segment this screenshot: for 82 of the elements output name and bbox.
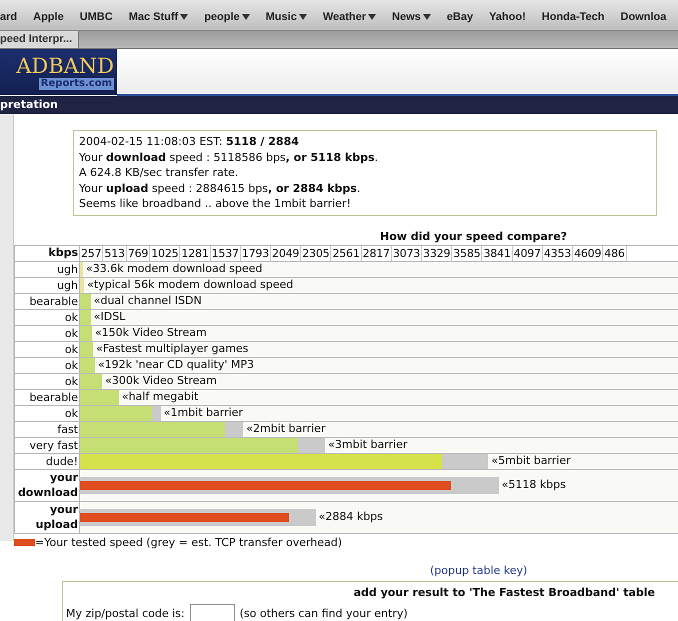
bar-label: «half megabit bbox=[122, 390, 198, 404]
tick-label: 1793 bbox=[240, 246, 272, 260]
rating-label: your upload bbox=[34, 502, 78, 532]
bookmark-link[interactable]: Mac Stuff bbox=[128, 8, 188, 25]
bar-label: «5mbit barrier bbox=[491, 454, 571, 468]
tick-label: 3073 bbox=[392, 246, 422, 260]
bar-label: «192k 'near CD quality' MP3 bbox=[98, 358, 254, 372]
axis-label: kbps bbox=[48, 244, 78, 261]
caret-icon bbox=[368, 14, 376, 20]
rating-label: ok bbox=[64, 358, 78, 372]
tick-label: 1537 bbox=[210, 246, 241, 260]
bar-label: «dual channel ISDN bbox=[94, 294, 202, 308]
rating-label: bearable bbox=[29, 390, 78, 404]
bar-label: «1mbit barrier bbox=[164, 406, 243, 420]
tick-label: 3585 bbox=[452, 246, 482, 260]
zip-hint: (so others can find your entry) bbox=[240, 606, 408, 621]
tick-label: 3841 bbox=[482, 246, 513, 260]
tick-label: 4097 bbox=[512, 246, 543, 260]
rating-label: ok bbox=[64, 374, 78, 388]
logo-title: ADBAND bbox=[16, 54, 114, 78]
bar-label: «2884 kbps bbox=[318, 508, 383, 525]
tick-label: 1025 bbox=[150, 246, 180, 260]
rating-label: ok bbox=[64, 406, 78, 420]
rating-label: dude! bbox=[46, 454, 78, 468]
rating-label: ok bbox=[64, 310, 78, 324]
tick-label: 2561 bbox=[331, 246, 362, 260]
summary-line: Seems like broadband .. above the 1mbit barrier! bbox=[79, 196, 352, 212]
tick-label: 257 bbox=[80, 246, 104, 260]
tick-label: 4353 bbox=[542, 246, 574, 260]
rating-label: ok bbox=[64, 342, 78, 356]
bar-label: «33.6k modem download speed bbox=[86, 262, 262, 276]
bookmark-link[interactable]: Weather bbox=[322, 8, 376, 25]
logo-subtitle: Reports.com bbox=[38, 78, 114, 90]
rating-label: very fast bbox=[30, 438, 78, 452]
rating-label: ugh bbox=[57, 262, 78, 276]
bar-label: «IDSL bbox=[94, 310, 126, 324]
summary-line: A 624.8 KB/sec transfer rate. bbox=[79, 165, 240, 180]
caret-icon bbox=[180, 14, 188, 20]
caret-icon bbox=[422, 14, 431, 20]
chart-heading: How did your speed compare? bbox=[380, 230, 568, 244]
bookmark-link[interactable]: Yahoo! bbox=[489, 8, 526, 25]
bar-label: «typical 56k modem download speed bbox=[87, 278, 294, 292]
popup-table-link[interactable]: (popup table key) bbox=[430, 563, 528, 580]
bar-label: «3mbit barrier bbox=[328, 438, 408, 452]
bar-label: «150k Video Stream bbox=[94, 326, 207, 340]
rating-label: fast bbox=[57, 422, 78, 436]
bookmark-link[interactable]: Honda-Tech bbox=[542, 8, 604, 25]
bookmark-link[interactable]: Music bbox=[266, 8, 307, 25]
bookmark-link[interactable]: eBay bbox=[446, 8, 474, 25]
zip-label: My zip/postal code is: bbox=[66, 606, 185, 621]
tick-label: 2817 bbox=[362, 246, 392, 260]
summary-line: Your upload speed : 2884615 bps, or 2884 kbps. bbox=[79, 180, 362, 196]
caret-icon bbox=[298, 14, 307, 20]
nav-title: pretation bbox=[0, 96, 58, 113]
tick-label: 1281 bbox=[180, 246, 211, 260]
bookmark-link[interactable]: ard bbox=[0, 8, 18, 25]
bookmark-link[interactable]: Downloa bbox=[620, 8, 666, 25]
tick-label: 769 bbox=[126, 246, 150, 260]
rating-label: bearable bbox=[29, 294, 78, 308]
tick-label: 3329 bbox=[422, 246, 452, 260]
bar-label: «300k Video Stream bbox=[105, 374, 217, 388]
caret-icon bbox=[242, 14, 250, 20]
zip-input-field[interactable] bbox=[190, 604, 235, 621]
tick-label: 2305 bbox=[301, 246, 332, 260]
tick-label: 2049 bbox=[271, 246, 302, 260]
bar-label: «5118 kbps bbox=[502, 476, 566, 493]
bookmark-link[interactable]: News bbox=[392, 8, 431, 25]
browser-tab[interactable]: peed Interpr... bbox=[0, 31, 80, 48]
bookmark-link[interactable]: Apple bbox=[33, 8, 64, 25]
rating-label: ugh bbox=[57, 278, 78, 292]
summary-line: 2004-02-15 11:08:03 EST: 5118 / 2884 bbox=[79, 134, 300, 150]
tick-label: 486 bbox=[603, 246, 627, 260]
tick-label: 513 bbox=[103, 246, 127, 260]
bar-label: «Fastest multiplayer games bbox=[96, 342, 248, 356]
form-title: add your result to 'The Fastest Broadband' table bbox=[354, 584, 655, 600]
bookmark-link[interactable]: people bbox=[204, 8, 250, 25]
tick-label: 4609 bbox=[573, 246, 604, 260]
legend-text: =Your tested speed (grey = est. TCP transfer overhead) bbox=[35, 534, 342, 550]
rating-label: ok bbox=[64, 326, 78, 340]
bookmark-link[interactable]: UMBC bbox=[80, 8, 113, 25]
summary-line: Your download speed : 5118586 bps, or 5118 kbps. bbox=[79, 150, 380, 165]
bar-label: «2mbit barrier bbox=[246, 422, 326, 436]
